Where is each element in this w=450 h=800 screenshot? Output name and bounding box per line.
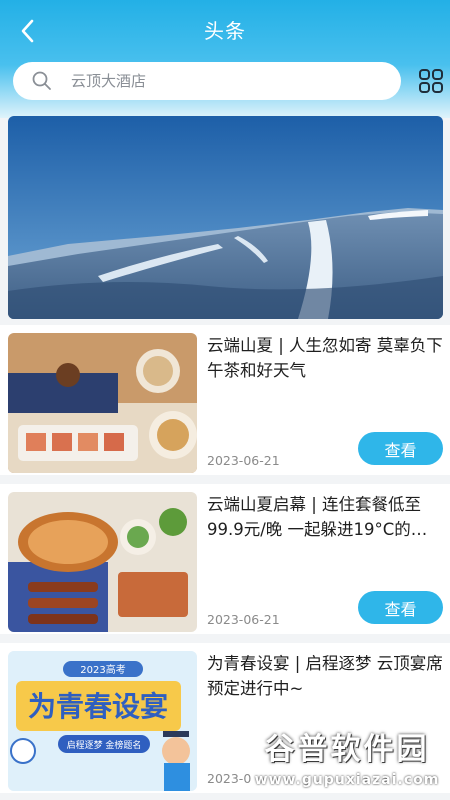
search-input[interactable]	[71, 62, 381, 100]
article-thumbnail[interactable]	[8, 333, 197, 473]
search-bar[interactable]	[13, 62, 401, 100]
article-title[interactable]: 为青春设宴 | 启程逐梦 云顶宴席预定进行中~	[207, 651, 443, 701]
view-button[interactable]: 查看	[358, 591, 443, 624]
article-thumbnail[interactable]	[8, 492, 197, 632]
poster-sub: 启程逐梦 金榜题名	[67, 739, 142, 751]
bbq-feast-image	[8, 492, 197, 632]
app-header: 头条	[0, 0, 450, 118]
graduation-poster-image: 2023高考 为青春设宴 启程逐梦 金榜题名	[8, 651, 197, 791]
article-title[interactable]: 云端山夏 | 人生忽如寄 莫辜负下午茶和好天气	[207, 333, 443, 383]
banner-image[interactable]	[8, 116, 443, 319]
view-button[interactable]: 查看	[358, 432, 443, 465]
article-thumbnail[interactable]: 2023高考 为青春设宴 启程逐梦 金榜题名	[8, 651, 197, 791]
article-title[interactable]: 云端山夏启幕 | 连住套餐低至99.9元/晚 一起躲进19°C的…	[207, 492, 443, 542]
snowy-mountain-image	[8, 116, 443, 319]
grid-icon[interactable]	[418, 68, 444, 94]
search-icon	[32, 71, 51, 90]
article-date: 2023-0	[207, 771, 252, 786]
article-card[interactable]: 云端山夏启幕 | 连住套餐低至99.9元/晚 一起躲进19°C的… 2023-0…	[0, 484, 450, 634]
watermark-text: 谷普软件园	[264, 732, 430, 767]
watermark-url: www.gupuxiazai.com	[254, 772, 440, 788]
watermark-logo: 谷普软件园 www.gupuxiazai.com	[247, 728, 447, 798]
poster-main: 为青春设宴	[28, 690, 168, 723]
article-date: 2023-06-21	[207, 453, 280, 468]
poster-top: 2023高考	[80, 663, 125, 676]
article-card[interactable]: 云端山夏 | 人生忽如寄 莫辜负下午茶和好天气 2023-06-21 查看	[0, 325, 450, 475]
afternoon-tea-image	[8, 333, 197, 473]
article-date: 2023-06-21	[207, 612, 280, 627]
page-title: 头条	[204, 19, 246, 43]
